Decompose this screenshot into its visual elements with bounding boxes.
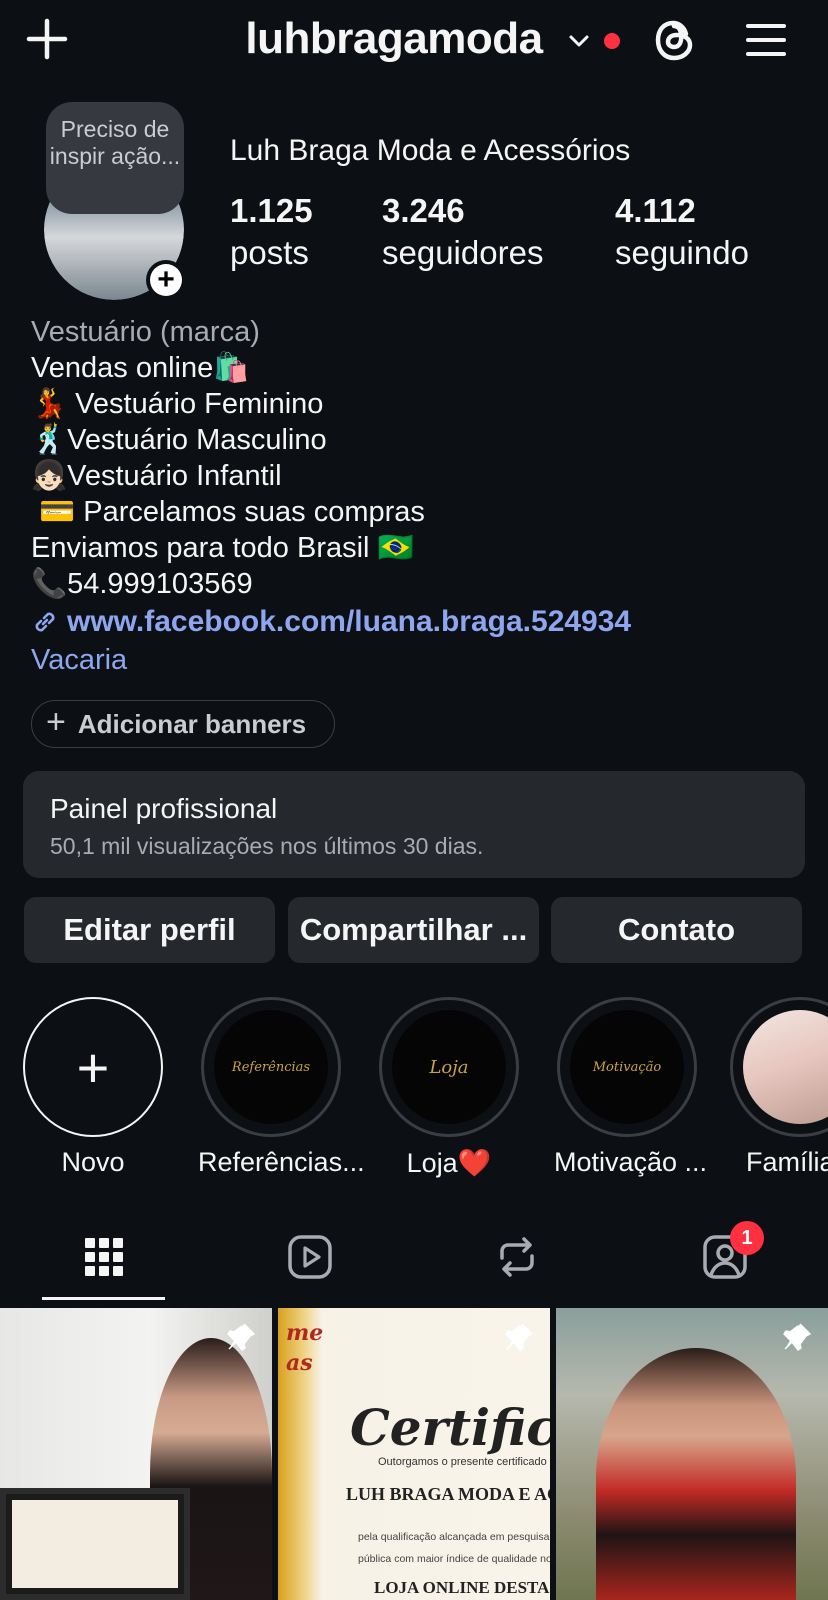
highlight-label: Motivação ... [554,1147,708,1177]
following-stat[interactable]: 4.112 seguindo [615,190,749,274]
pin-icon [227,1323,255,1351]
highlight-referencias[interactable]: Referências Referências... [198,997,365,1178]
person-photo [596,1348,796,1600]
dashboard-subtitle: 50,1 mil visualizações nos últimos 30 di… [50,833,484,859]
certificate-frame [0,1488,190,1600]
username-switcher[interactable]: luhbragamoda [0,14,828,64]
certificate-body: pela qualificação alcançada em pesquisa … [358,1526,550,1570]
plus-icon: + [76,1035,110,1099]
add-banners-label: Adicionar banners [77,708,307,739]
bio-line: Vendas online🛍️ [31,352,250,384]
certificate-bottom: LOJA ONLINE DESTAQ [374,1578,550,1597]
highlight-label: Referências... [198,1147,365,1177]
add-banners-button[interactable]: + Adicionar banners [31,700,335,748]
plus-icon: + [46,703,66,741]
post-thumbnail[interactable] [0,1308,272,1600]
certificate-body-line: pela qualificação alcançada em pesquisa … [358,1531,550,1543]
profile-category: Vestuário (marca) [31,316,260,348]
highlight-cover-text: Loja [392,1010,506,1124]
bio-link-text: www.facebook.com/luana.braga.524934 [67,605,632,638]
pin-icon [505,1323,533,1351]
note-bubble[interactable]: Preciso de inspir ação... [46,102,184,214]
tagged-notification-badge: 1 [730,1221,764,1255]
edit-profile-button[interactable]: Editar perfil [24,897,275,963]
chevron-down-icon[interactable] [566,28,592,54]
bio-location[interactable]: Vacaria [31,642,631,678]
certificate-name: LUH BRAGA MODA E ACESS [346,1484,550,1504]
notification-dot [604,33,620,49]
bio-line: 🕺Vestuário Masculino [31,424,327,456]
highlight-motivacao[interactable]: Motivação Motivação ... [554,997,708,1178]
bio-line: 💃 Vestuário Feminino [31,388,324,420]
menu-icon[interactable] [744,18,788,62]
dashboard-title: Painel profissional [50,793,278,824]
highlight-familia[interactable]: Família [730,997,828,1178]
certificate-title: Certificad [350,1398,550,1457]
profile-full-name: Luh Braga Moda e Acessórios [230,134,631,167]
following-label: seguindo [615,234,749,271]
certificate-body-line: pública com maior índice de qualidade no… [358,1553,550,1565]
followers-stat[interactable]: 3.246 seguidores [382,190,543,274]
reels-icon[interactable] [285,1232,335,1282]
profile-bio: Vestuário (marca) Vendas online🛍️ 💃 Vest… [31,314,631,678]
bio-link[interactable]: www.facebook.com/luana.braga.524934 [31,604,631,640]
professional-dashboard[interactable]: Painel profissional 50,1 mil visualizaçõ… [23,771,805,878]
pin-icon [783,1323,811,1351]
active-tab-indicator [42,1297,165,1300]
highlight-cover: Referências [201,997,341,1137]
share-profile-button[interactable]: Compartilhar ... [288,897,539,963]
bio-line: Enviamos para todo Brasil 🇧🇷 [31,532,414,564]
highlight-cover: Loja [379,997,519,1137]
highlight-cover [730,997,828,1137]
posts-label: posts [230,234,309,271]
threads-icon[interactable] [650,14,700,66]
decorative-scroll: me as [286,1320,324,1376]
highlight-new[interactable]: + Novo [20,997,166,1178]
highlight-cover-text: Motivação [570,1010,684,1124]
highlight-label: Novo [61,1147,125,1177]
link-icon [35,612,55,632]
certificate-line: Outorgamos o presente certificado a [378,1456,550,1468]
reposts-icon[interactable] [492,1232,542,1282]
highlight-label: Família [746,1147,828,1177]
bio-line: 💳 Parcelamos suas compras [31,496,425,528]
post-thumbnail[interactable] [556,1308,828,1600]
highlight-loja[interactable]: Loja Loja❤️ [376,997,522,1179]
contact-button[interactable]: Contato [551,897,802,963]
highlight-cover: Motivação [557,997,697,1137]
add-story-icon[interactable]: + [146,260,186,300]
grid-icon[interactable] [79,1232,129,1282]
highlight-cover: + [23,997,163,1137]
posts-stat[interactable]: 1.125 posts [230,190,313,274]
following-count: 4.112 [615,192,696,229]
followers-label: seguidores [382,234,544,271]
top-bar: luhbragamoda [0,0,828,84]
bio-line: 📞54.999103569 [31,568,253,600]
highlight-label: Loja❤️ [406,1148,492,1178]
posts-count: 1.125 [230,192,313,229]
bio-line: 👧🏻Vestuário Infantil [31,460,282,492]
highlight-cover-text: Referências [214,1010,328,1124]
followers-count: 3.246 [382,192,465,229]
post-thumbnail[interactable]: meas Certificad Outorgamos o presente ce… [278,1308,550,1600]
